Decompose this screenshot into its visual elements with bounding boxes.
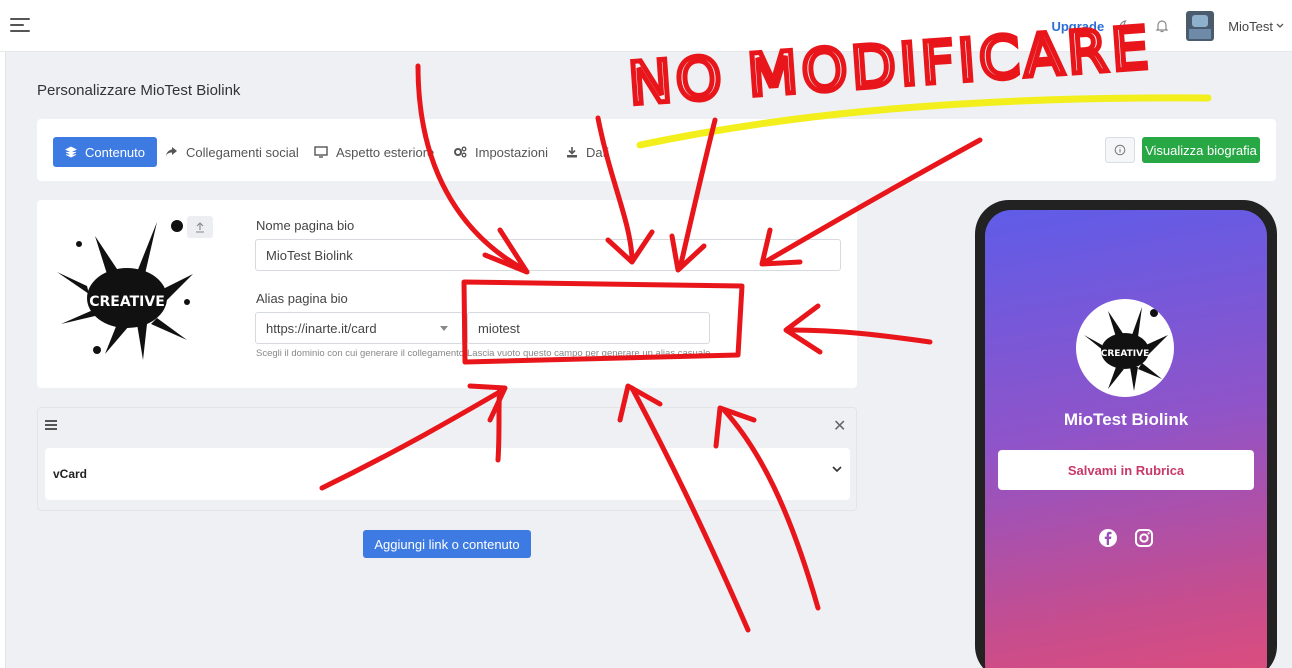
- top-bar: Upgrade MioTest: [0, 0, 1292, 52]
- tab-contenuto[interactable]: Contenuto: [53, 137, 157, 167]
- block-label: vCard: [53, 467, 88, 481]
- page-title: Personalizzare MioTest Biolink: [37, 82, 241, 99]
- alias-label: Alias pagina bio: [256, 291, 348, 306]
- caret-down-icon: [440, 326, 448, 331]
- chevron-down-icon: [832, 466, 842, 473]
- top-right-area: Upgrade MioTest: [1051, 10, 1284, 42]
- drag-handle-icon[interactable]: [45, 420, 57, 430]
- social-icons: [985, 528, 1267, 548]
- tab-label: Contenuto: [85, 144, 145, 160]
- chevron-down-icon: [1276, 23, 1284, 28]
- domain-value: https://inarte.it/card: [266, 320, 377, 336]
- tab-aspetto-esteriore[interactable]: Aspetto esteriore: [314, 137, 434, 167]
- instagram-icon[interactable]: [1134, 528, 1154, 548]
- moon-icon[interactable]: [1118, 16, 1138, 36]
- menu-toggle-icon[interactable]: [10, 18, 30, 34]
- tab-label: Impostazioni: [475, 144, 548, 160]
- preview-logo-wordmark: CREATIVE: [1101, 349, 1150, 359]
- share-icon: [166, 147, 177, 156]
- upload-logo-button[interactable]: [187, 216, 213, 238]
- content-block: ✕ vCard: [37, 407, 857, 511]
- add-content-button[interactable]: Aggiungi link o contenuto: [363, 530, 531, 558]
- tab-label: Aspetto esteriore: [336, 144, 435, 160]
- phone-preview: CREATIVE MioTest Biolink Salvami in Rubr…: [975, 200, 1277, 668]
- user-name: MioTest: [1228, 18, 1273, 34]
- info-icon: [1114, 144, 1126, 156]
- tabs-bar: Contenuto Collegamenti social Aspetto es…: [37, 119, 1276, 181]
- tab-collegamenti-social[interactable]: Collegamenti social: [165, 137, 299, 167]
- upload-icon: [196, 221, 204, 233]
- preview-screen: CREATIVE MioTest Biolink Salvami in Rubr…: [985, 210, 1267, 668]
- facebook-icon[interactable]: [1098, 528, 1118, 548]
- name-input[interactable]: MioTest Biolink: [255, 239, 841, 271]
- monitor-icon: [314, 146, 328, 158]
- tab-label: Collegamenti social: [186, 144, 299, 160]
- view-bio-button[interactable]: Visualizza biografia: [1142, 137, 1260, 163]
- logo-wordmark: CREATIVE: [89, 294, 165, 310]
- tab-impostazioni[interactable]: Impostazioni: [453, 137, 548, 167]
- preview-name: MioTest Biolink: [1063, 410, 1189, 429]
- profile-logo: CREATIVE: [57, 214, 197, 360]
- alias-help: Lascia vuoto questo campo per generare u…: [467, 348, 714, 359]
- save-contact-button[interactable]: Salvami in Rubrica: [998, 450, 1254, 490]
- preview-logo: CREATIVE: [1076, 299, 1174, 397]
- avatar[interactable]: [1186, 11, 1215, 41]
- gears-icon: [454, 146, 467, 158]
- block-vcard[interactable]: vCard: [45, 448, 850, 500]
- bell-icon[interactable]: [1152, 16, 1172, 36]
- profile-card: CREATIVE Nome pagina bio MioTest Biolink…: [37, 200, 857, 388]
- layers-icon: [65, 146, 77, 158]
- domain-select[interactable]: https://inarte.it/card: [255, 312, 463, 344]
- close-icon[interactable]: ✕: [833, 419, 846, 435]
- domain-help: Scegli il dominio con cui generare il co…: [256, 348, 467, 359]
- tab-dati[interactable]: Dati: [566, 137, 609, 167]
- user-menu[interactable]: MioTest: [1228, 19, 1284, 34]
- alias-input[interactable]: miotest: [467, 312, 710, 344]
- tab-label: Dati: [586, 144, 610, 160]
- upgrade-link[interactable]: Upgrade: [1051, 19, 1104, 34]
- info-button[interactable]: [1105, 137, 1135, 163]
- download-icon: [567, 147, 577, 158]
- sidebar-edge: [0, 52, 6, 668]
- name-label: Nome pagina bio: [256, 218, 355, 233]
